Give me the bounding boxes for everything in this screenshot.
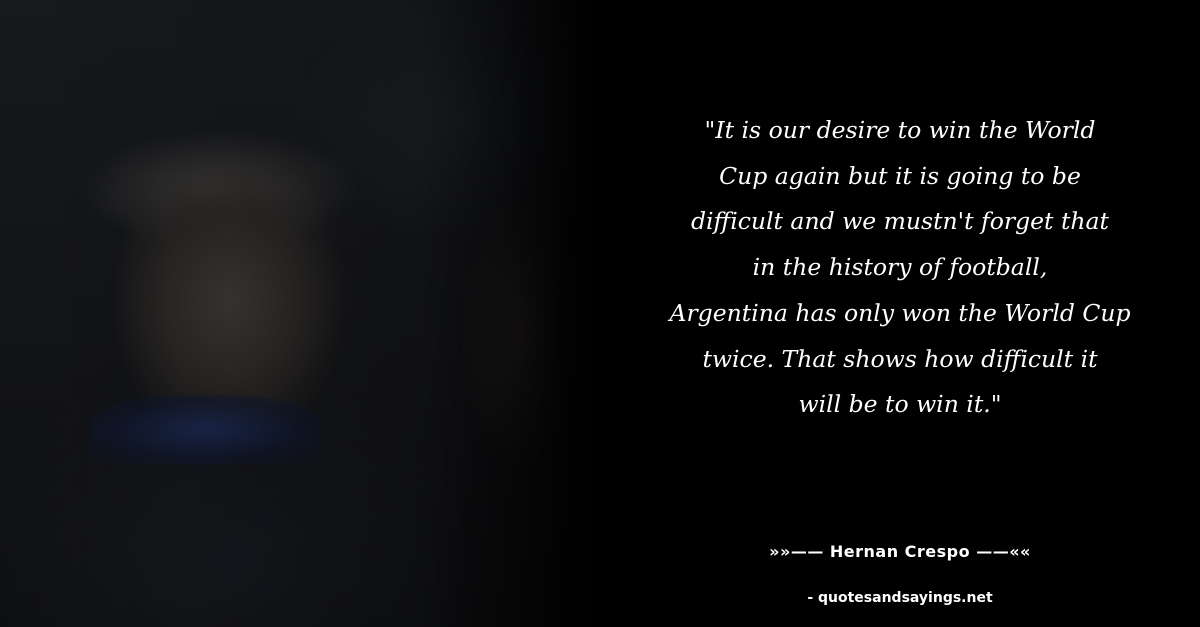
quote-author: »»—— Hernan Crespo ——«« [769,542,1031,561]
photo-fade-overlay [0,0,600,627]
quote-card: "It is our desire to win the World Cup a… [0,0,1200,627]
source-watermark: - quotesandsayings.net [807,590,993,606]
quote-text: "It is our desire to win the World Cup a… [669,116,1131,419]
